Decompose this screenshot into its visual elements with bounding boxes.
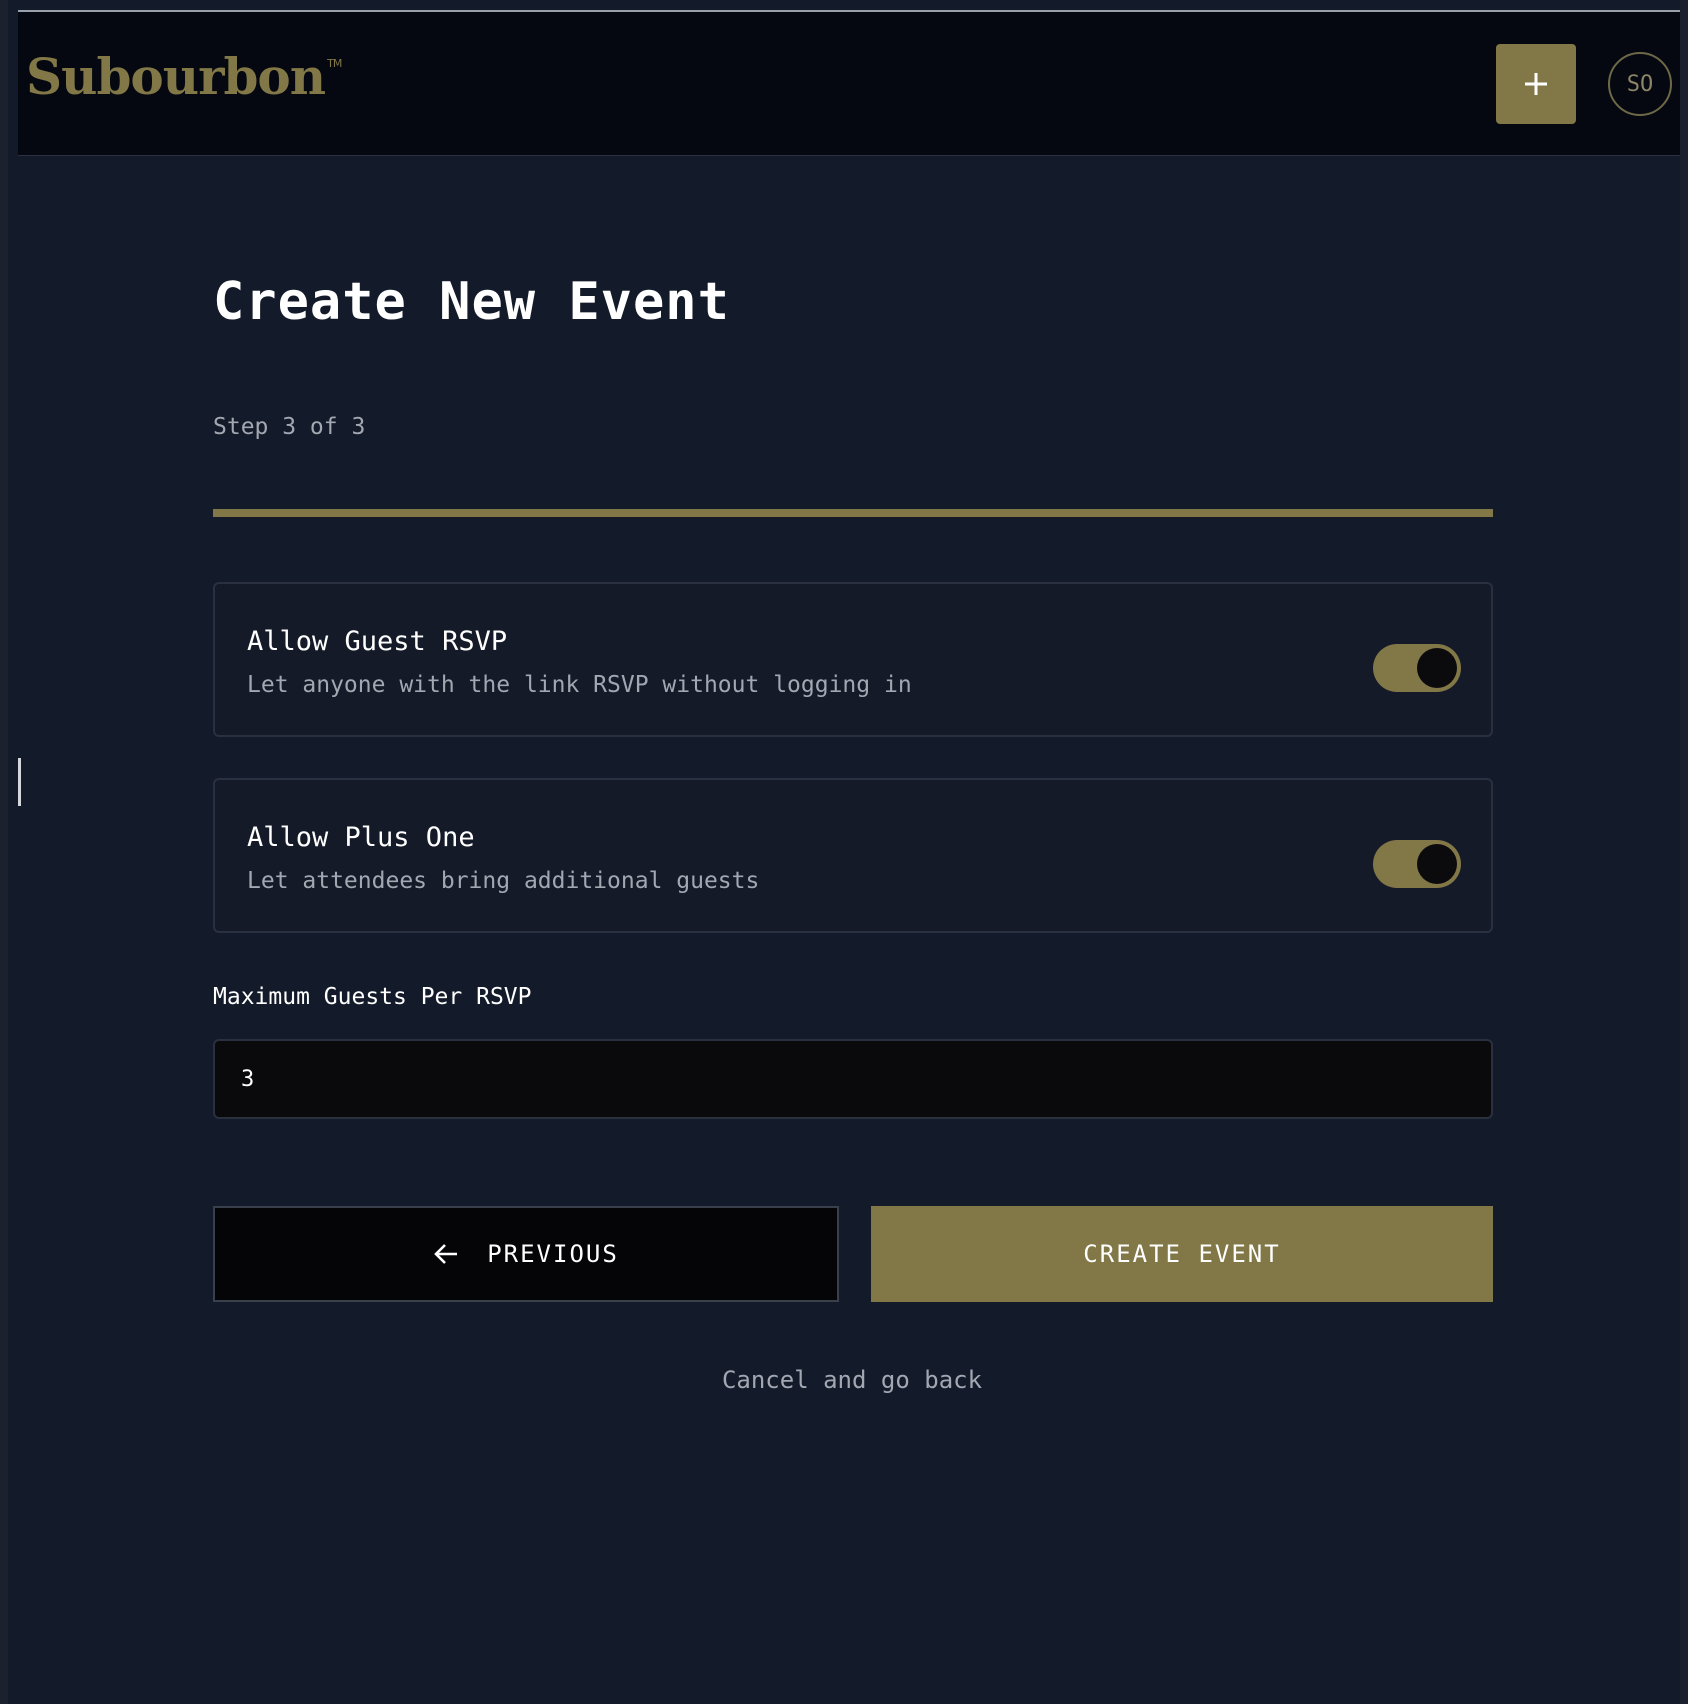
setting-title: Allow Plus One xyxy=(247,822,475,853)
user-avatar[interactable]: SO xyxy=(1608,52,1672,116)
plus-icon xyxy=(1525,73,1547,95)
setting-description: Let attendees bring additional guests xyxy=(247,868,760,894)
progress-bar xyxy=(213,509,1493,517)
toggle-knob xyxy=(1417,648,1457,688)
plus-one-toggle[interactable] xyxy=(1373,840,1461,888)
create-event-button[interactable] xyxy=(1496,44,1576,124)
brand-name: Subourbon xyxy=(26,47,326,106)
setting-title: Allow Guest RSVP xyxy=(247,626,508,657)
create-event-label: CREATE EVENT xyxy=(1083,1240,1281,1268)
navbar: Subourbon TM SO xyxy=(18,12,1680,156)
previous-button[interactable]: PREVIOUS xyxy=(213,1206,839,1302)
app-shell: Subourbon TM SO Create New Event Step 3 o… xyxy=(8,0,1680,1704)
setting-card-guest-rsvp: Allow Guest RSVP Let anyone with the lin… xyxy=(213,582,1493,737)
guest-rsvp-toggle[interactable] xyxy=(1373,644,1461,692)
create-event-submit-button[interactable]: CREATE EVENT xyxy=(871,1206,1493,1302)
max-guests-label: Maximum Guests Per RSVP xyxy=(213,984,532,1010)
cancel-link[interactable]: Cancel and go back xyxy=(8,1366,1688,1394)
previous-label: PREVIOUS xyxy=(487,1240,619,1268)
arrow-left-icon xyxy=(434,1244,458,1264)
avatar-initials: SO xyxy=(1626,71,1654,97)
max-guests-input[interactable] xyxy=(213,1039,1493,1119)
brand-logo[interactable]: Subourbon TM xyxy=(26,52,342,102)
resize-handle[interactable] xyxy=(18,758,21,806)
viewport: Subourbon TM SO Create New Event Step 3 o… xyxy=(0,0,1688,1704)
setting-card-plus-one: Allow Plus One Let attendees bring addit… xyxy=(213,778,1493,933)
toggle-knob xyxy=(1417,844,1457,884)
page-title: Create New Event xyxy=(213,272,730,332)
setting-description: Let anyone with the link RSVP without lo… xyxy=(247,672,912,698)
step-indicator: Step 3 of 3 xyxy=(213,414,366,440)
brand-trademark: TM xyxy=(327,57,342,70)
progress-fill xyxy=(213,509,1493,517)
